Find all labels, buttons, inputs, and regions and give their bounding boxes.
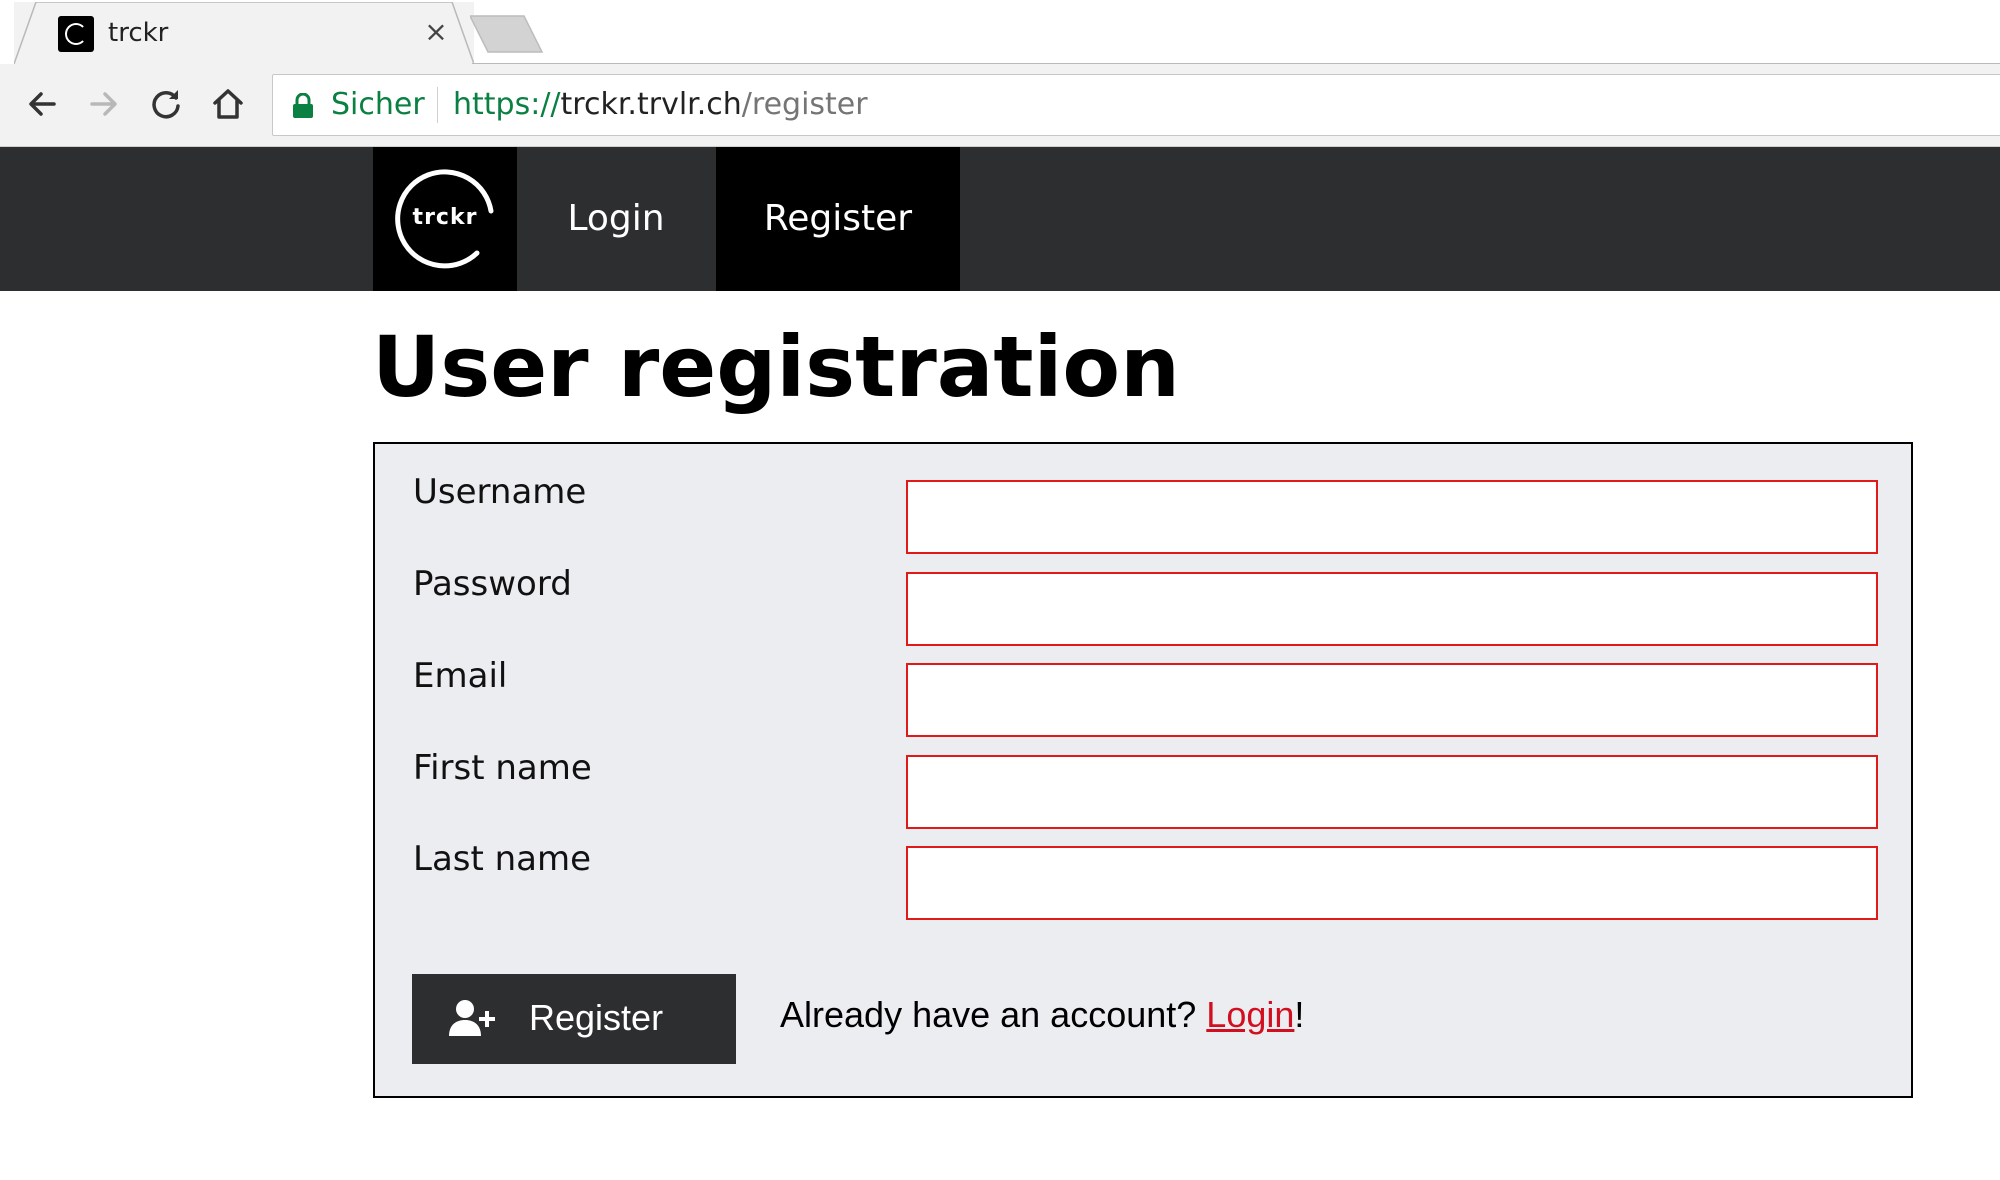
lock-icon [293, 93, 313, 118]
nav-login[interactable]: Login [517, 147, 715, 291]
password-label: Password [413, 564, 572, 604]
url-path: /register [741, 87, 868, 122]
login-hint-suffix: ! [1294, 994, 1305, 1035]
first-name-label: First name [413, 748, 592, 788]
register-button[interactable]: Register [412, 974, 736, 1064]
tab-title: trckr [108, 18, 169, 48]
brand-name: trckr [412, 205, 478, 230]
username-label: Username [413, 472, 587, 512]
home-icon[interactable] [206, 82, 250, 126]
last-name-label: Last name [413, 839, 592, 879]
favicon-icon [58, 16, 94, 52]
new-tab-button[interactable] [470, 14, 550, 54]
browser-tabstrip: trckr × [0, 0, 2000, 65]
brand-logo[interactable]: trckr [373, 147, 517, 291]
reload-icon[interactable] [144, 82, 188, 126]
password-input[interactable] [906, 572, 1878, 646]
last-name-input[interactable] [906, 846, 1878, 920]
username-input[interactable] [906, 480, 1878, 554]
login-hint-prefix: Already have an account? [780, 994, 1207, 1035]
back-arrow-icon[interactable] [20, 82, 64, 126]
url-scheme: https:// [453, 87, 561, 122]
browser-toolbar: Sicher https://trckr.trvlr.ch/register [0, 64, 2000, 147]
email-input[interactable] [906, 663, 1878, 737]
user-plus-icon [449, 1000, 495, 1036]
login-link[interactable]: Login [1206, 994, 1294, 1035]
address-bar[interactable]: Sicher https://trckr.trvlr.ch/register [272, 74, 2000, 136]
secure-label: Sicher [331, 87, 425, 122]
registration-form: Username Password Email First name Last … [373, 442, 1913, 1098]
address-divider [437, 87, 438, 123]
url-host: trckr.trvlr.ch [560, 87, 742, 122]
register-button-label: Register [529, 997, 664, 1038]
forward-arrow-icon[interactable] [82, 82, 126, 126]
site-navbar: trckr Login Register [0, 147, 2000, 291]
login-hint: Already have an account? Login! [780, 994, 1304, 1036]
page-title: User registration [372, 318, 1180, 416]
url-text[interactable]: https://trckr.trvlr.ch/register [453, 87, 868, 122]
email-label: Email [413, 656, 508, 696]
browser-tab[interactable]: trckr × [14, 2, 474, 65]
close-icon[interactable]: × [418, 14, 454, 50]
first-name-input[interactable] [906, 755, 1878, 829]
nav-register[interactable]: Register [716, 147, 960, 291]
